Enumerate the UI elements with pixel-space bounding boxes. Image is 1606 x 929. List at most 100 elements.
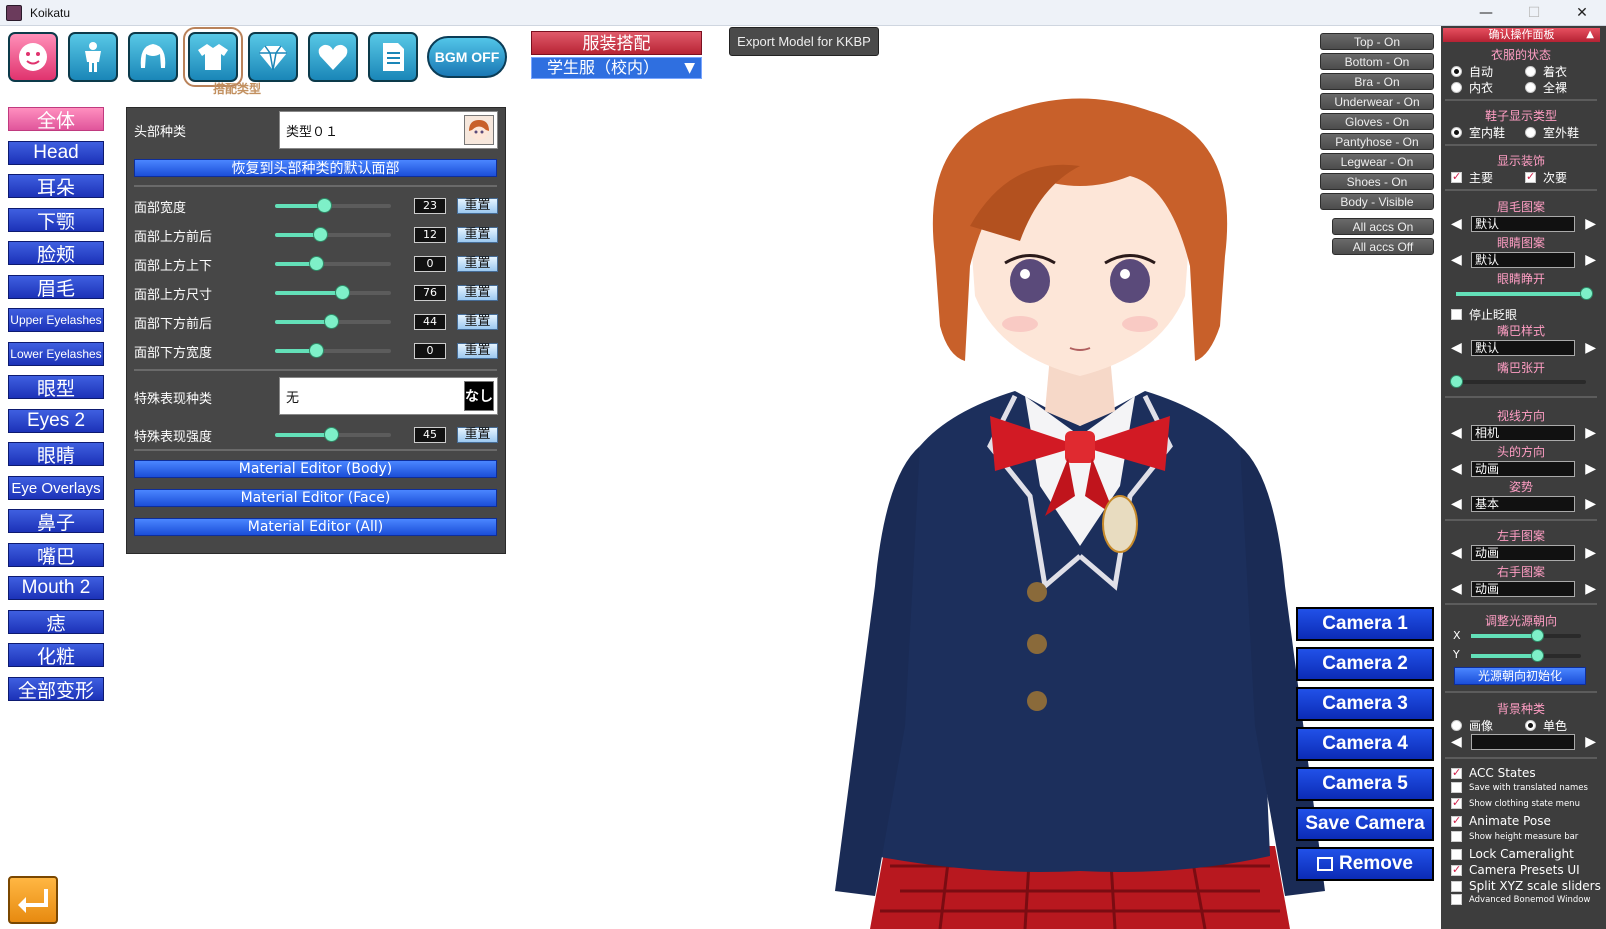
clothing-category-icon[interactable]: [183, 27, 243, 87]
radio-nude[interactable]: 全裸: [1525, 79, 1567, 96]
save-camera-button[interactable]: Save Camera: [1296, 807, 1434, 841]
bgm-toggle-button[interactable]: BGM OFF: [427, 36, 507, 78]
bottom-state-button[interactable]: Bottom - On: [1320, 53, 1434, 70]
material-editor-face-button[interactable]: Material Editor (Face): [134, 489, 497, 507]
value-box[interactable]: 76: [414, 285, 446, 301]
top-state-button[interactable]: Top - On: [1320, 33, 1434, 50]
category-lower-eyelashes[interactable]: Lower Eyelashes: [8, 342, 104, 366]
light-x-slider[interactable]: [1471, 629, 1581, 642]
body-category-icon[interactable]: [68, 32, 118, 82]
pose-selector[interactable]: ◀ 基本 ▶: [1451, 496, 1596, 512]
radio-outdoor-shoes[interactable]: 室外鞋: [1525, 124, 1579, 141]
gaze-direction-selector[interactable]: ◀ 相机 ▶: [1451, 425, 1596, 441]
option-save-with-translated-names[interactable]: Save with translated names: [1451, 782, 1588, 793]
upper-face-depth-slider[interactable]: [275, 227, 391, 242]
shoes-state-button[interactable]: Shoes - On: [1320, 173, 1434, 190]
option-show-height-measure-bar[interactable]: Show height measure bar: [1451, 831, 1578, 842]
camera-2-button[interactable]: Camera 2: [1296, 647, 1434, 681]
option-advanced-bonemod-window[interactable]: Advanced Bonemod Window: [1451, 894, 1590, 905]
category-eye-shape[interactable]: 眼型: [8, 375, 104, 400]
radio-auto[interactable]: 自动: [1451, 63, 1493, 80]
category-mouth-2[interactable]: Mouth 2: [8, 576, 104, 600]
restore-default-face-button[interactable]: 恢复到头部种类的默认面部: [134, 159, 497, 177]
option-lock-cameralight[interactable]: Lock Cameralight: [1451, 847, 1574, 861]
underwear-state-button[interactable]: Underwear - On: [1320, 93, 1434, 110]
value-box[interactable]: 23: [414, 198, 446, 214]
category-cheeks[interactable]: 脸颊: [8, 241, 104, 266]
all-accs-off-button[interactable]: All accs Off: [1332, 238, 1434, 255]
category-ears[interactable]: 耳朵: [8, 174, 104, 199]
category-eyeballs[interactable]: 眼睛: [8, 442, 104, 467]
bra-state-button[interactable]: Bra - On: [1320, 73, 1434, 90]
value-box[interactable]: 44: [414, 314, 446, 330]
lower-face-width-slider[interactable]: [275, 343, 391, 358]
check-sub-accessory[interactable]: 次要: [1525, 169, 1567, 186]
lower-face-depth-slider[interactable]: [275, 314, 391, 329]
value-box[interactable]: 0: [414, 256, 446, 272]
light-reset-button[interactable]: 光源朝向初始化: [1454, 667, 1586, 685]
reset-button[interactable]: 重置: [457, 256, 498, 272]
category-upper-eyelashes[interactable]: Upper Eyelashes: [8, 308, 104, 332]
camera-5-button[interactable]: Camera 5: [1296, 767, 1434, 801]
reset-button[interactable]: 重置: [457, 198, 498, 214]
category-nose[interactable]: 鼻子: [8, 509, 104, 534]
reset-button[interactable]: 重置: [457, 227, 498, 243]
all-accs-on-button[interactable]: All accs On: [1332, 218, 1434, 235]
background-selector[interactable]: ◀ ▶: [1451, 734, 1596, 750]
category-mole[interactable]: 痣: [8, 610, 104, 635]
mouth-open-slider[interactable]: [1450, 375, 1586, 388]
expression-strength-slider[interactable]: [275, 427, 391, 442]
eyebrow-pattern-selector[interactable]: ◀ 默认 ▶: [1451, 216, 1596, 232]
face-category-icon[interactable]: [8, 32, 58, 82]
close-button[interactable]: ✕: [1558, 0, 1606, 26]
gloves-state-button[interactable]: Gloves - On: [1320, 113, 1434, 130]
maximize-button[interactable]: ☐: [1510, 0, 1558, 26]
export-kkbp-button[interactable]: Export Model for KKBP: [729, 27, 879, 56]
back-button[interactable]: [8, 876, 58, 924]
eye-pattern-selector[interactable]: ◀ 默认 ▶: [1451, 252, 1596, 268]
expression-type-selector[interactable]: 无 なし: [279, 377, 498, 415]
material-editor-all-button[interactable]: Material Editor (All): [134, 518, 497, 536]
upper-face-size-slider[interactable]: [275, 285, 391, 300]
hair-category-icon[interactable]: [128, 32, 178, 82]
option-split-xyz-scale-sliders[interactable]: Split XYZ scale sliders: [1451, 879, 1601, 893]
check-stop-blink[interactable]: 停止眨眼: [1451, 306, 1517, 323]
outfit-dropdown[interactable]: 学生服（校内） ▼: [531, 57, 702, 79]
category-all[interactable]: 全体: [8, 107, 104, 132]
left-hand-selector[interactable]: ◀ 动画 ▶: [1451, 545, 1596, 561]
reset-button[interactable]: 重置: [457, 427, 498, 443]
personality-category-icon[interactable]: [308, 32, 358, 82]
camera-4-button[interactable]: Camera 4: [1296, 727, 1434, 761]
option-animate-pose[interactable]: Animate Pose: [1451, 814, 1551, 828]
radio-indoor-shoes[interactable]: 室内鞋: [1451, 124, 1505, 141]
option-acc-states[interactable]: ACC States: [1451, 766, 1536, 780]
category-eye-overlays[interactable]: Eye Overlays: [8, 476, 104, 500]
option-show-clothing-state-menu[interactable]: Show clothing state menu: [1451, 796, 1580, 809]
radio-underwear[interactable]: 内衣: [1451, 79, 1493, 96]
value-box[interactable]: 0: [414, 343, 446, 359]
category-eyes-2[interactable]: Eyes 2: [8, 409, 104, 433]
camera-1-button[interactable]: Camera 1: [1296, 607, 1434, 641]
material-editor-body-button[interactable]: Material Editor (Body): [134, 460, 497, 478]
profile-category-icon[interactable]: [368, 32, 418, 82]
remove-camera-button[interactable]: Remove: [1296, 847, 1434, 881]
reset-button[interactable]: 重置: [457, 314, 498, 330]
radio-bg-image[interactable]: 画像: [1451, 717, 1493, 734]
light-y-slider[interactable]: [1471, 649, 1581, 662]
radio-bg-color[interactable]: 单色: [1525, 717, 1567, 734]
body-visibility-button[interactable]: Body - Visible: [1320, 193, 1434, 210]
face-width-slider[interactable]: [275, 198, 391, 213]
category-head[interactable]: Head: [8, 141, 104, 165]
radio-clothed[interactable]: 着衣: [1525, 63, 1567, 80]
category-all-deform[interactable]: 全部变形: [8, 677, 104, 702]
value-box[interactable]: 12: [414, 227, 446, 243]
minimize-button[interactable]: —: [1462, 0, 1510, 26]
category-makeup[interactable]: 化粧: [8, 643, 104, 668]
pantyhose-state-button[interactable]: Pantyhose - On: [1320, 133, 1434, 150]
reset-button[interactable]: 重置: [457, 285, 498, 301]
panel-header[interactable]: 确认操作面板 ▲: [1443, 28, 1600, 42]
camera-3-button[interactable]: Camera 3: [1296, 687, 1434, 721]
category-mouth[interactable]: 嘴巴: [8, 543, 104, 568]
right-hand-selector[interactable]: ◀ 动画 ▶: [1451, 581, 1596, 597]
reset-button[interactable]: 重置: [457, 343, 498, 359]
